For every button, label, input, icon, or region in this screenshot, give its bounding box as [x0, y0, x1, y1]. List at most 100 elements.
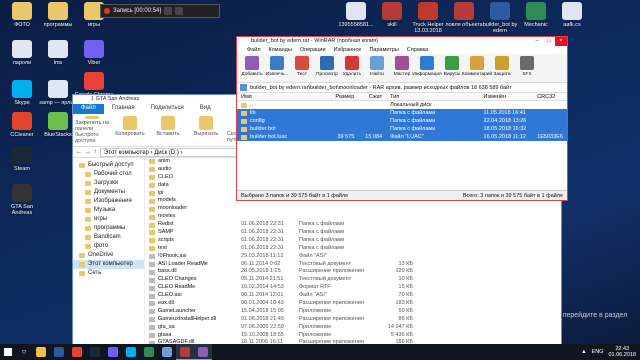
taskbar-app-button[interactable] — [104, 344, 122, 360]
menu-item[interactable]: Операции — [300, 46, 326, 54]
toolbar-button[interactable]: Найти — [365, 56, 389, 80]
ribbon-tab[interactable]: Главная — [104, 104, 143, 114]
network-icon[interactable]: ▲ — [581, 349, 586, 355]
column-header[interactable]: CRC32 — [537, 93, 567, 100]
file-row[interactable]: text 01.06.2018 22:31 Папка с файлами — [145, 245, 561, 253]
desktop-icon[interactable]: Mechanic — [516, 2, 556, 28]
taskbar-app-button[interactable] — [68, 344, 86, 360]
ribbon-tab[interactable]: Вид — [192, 104, 219, 114]
toolbar-button[interactable]: Вирусы — [440, 56, 464, 80]
ribbon-tab[interactable]: Поделиться — [143, 104, 192, 114]
desktop-icon[interactable]: aafk.cs — [552, 2, 592, 28]
toolbar-button[interactable]: Просмотр — [315, 56, 339, 80]
up-arrow-icon[interactable]: ↑ — [94, 149, 97, 155]
archive-row[interactable]: .. Локальный диск — [237, 101, 567, 109]
archive-row[interactable]: builder bot Папка с файлами 18.05.2018 16:… — [237, 125, 567, 133]
file-row[interactable]: gtasa 19.10.2008 18:55 Приложение 5 436 КБ — [145, 332, 561, 340]
toolbar-button[interactable]: Тест — [290, 56, 314, 80]
archive-row[interactable]: config Папка с файлами 22.04.2018 13:26 — [237, 117, 567, 125]
file-row[interactable]: moonloader — [145, 205, 561, 213]
desktop-icon[interactable]: skill — [372, 2, 412, 28]
nav-item[interactable]: Сеть — [73, 269, 144, 278]
desktop-icon[interactable]: builder_bot by edern — [480, 2, 520, 34]
toolbar-button[interactable]: Извлечь... — [265, 56, 289, 80]
file-row[interactable]: SAMP 01.06.2018 22:31 Папка с файлами — [145, 229, 561, 237]
menu-item[interactable]: Параметры — [369, 46, 398, 54]
menu-item[interactable]: Файл — [247, 46, 261, 54]
desktop-icon[interactable]: Truck Helper 13.03.2018 — [408, 2, 448, 34]
clock[interactable]: 22:43 01.06.2018 — [608, 346, 636, 358]
pause-icon[interactable] — [164, 7, 173, 15]
search-icon[interactable]: ○ — [16, 344, 32, 360]
file-row[interactable]: movies — [145, 213, 561, 221]
stop-icon[interactable] — [175, 7, 184, 15]
toolbar-button[interactable]: Комментарий — [462, 56, 492, 80]
file-row[interactable]: bass.dll 28.05.2018 1:25 Расширение прилож… — [145, 268, 561, 276]
toolbar-button[interactable]: Защита — [490, 56, 514, 80]
desktop-icon[interactable]: ФОТО — [2, 2, 42, 28]
taskbar-app-button[interactable] — [140, 344, 158, 360]
ribbon-tab[interactable]: Файл — [73, 104, 104, 114]
nav-item[interactable]: Музыка — [73, 206, 144, 215]
taskbar-app-button[interactable] — [158, 344, 176, 360]
maximize-button[interactable]: □ — [543, 37, 555, 46]
start-button[interactable] — [0, 344, 16, 360]
desktop-icon[interactable]: Steam — [2, 146, 42, 172]
nav-item[interactable]: Этот компьютер — [73, 260, 144, 269]
file-row[interactable]: Redist 01.06.2018 22:31 Папка с файлами — [145, 221, 561, 229]
nav-item[interactable]: Изображения — [73, 197, 144, 206]
back-arrow-icon[interactable]: ← — [76, 149, 82, 155]
close-button[interactable]: × — [555, 37, 567, 46]
menu-item[interactable]: Избранное — [334, 46, 362, 54]
taskbar-app-button[interactable] — [32, 344, 50, 360]
nav-item[interactable]: фото — [73, 242, 144, 251]
nav-item[interactable]: Быстрый доступ — [73, 161, 144, 170]
file-row[interactable]: ASI Loader ReadMe 06.11.2014 0:02 Текстовы… — [145, 261, 561, 269]
file-row[interactable]: CLEO.asi 06.11.2014 12:01 Файл "ASI" 70 КБ — [145, 292, 561, 300]
desktop-icon[interactable]: Skype — [2, 80, 42, 106]
ribbon-button[interactable]: Копировать — [113, 116, 147, 144]
archive-row[interactable]: lib Папка с файлами 11.05.2018 16:41 — [237, 109, 567, 117]
menu-item[interactable]: Команды — [269, 46, 292, 54]
file-row[interactable]: scripts 01.06.2018 22:31 Папка с файлами — [145, 237, 561, 245]
nav-item[interactable]: OneDrive — [73, 251, 144, 260]
language-indicator[interactable]: ENG — [592, 349, 604, 355]
desktop-icon[interactable]: lms — [38, 40, 78, 66]
recording-toolbar[interactable]: Запись [00:00:54] — [100, 4, 220, 18]
nav-item[interactable]: Bandicam — [73, 233, 144, 242]
column-header[interactable]: Изменён — [484, 93, 538, 100]
column-header[interactable]: Сжат — [356, 93, 384, 100]
archive-row[interactable]: builder bot.luac 39 575 15 084 Файл "LUAC" 1… — [237, 133, 567, 141]
toolbar-button[interactable]: Мастер — [390, 56, 414, 80]
taskbar-app-button[interactable] — [176, 344, 194, 360]
menu-item[interactable]: Справка — [407, 46, 429, 54]
forward-arrow-icon[interactable]: → — [85, 149, 91, 155]
minimize-button[interactable]: – — [531, 37, 543, 46]
file-row[interactable]: CLEO ReadMe 10.02.2014 14:53 Формат RTF 15 … — [145, 284, 561, 292]
desktop-icon[interactable]: Viber — [74, 40, 114, 66]
column-header[interactable]: Тип — [384, 93, 483, 100]
column-header[interactable]: Размер — [309, 93, 357, 100]
taskbar-app-button[interactable] — [122, 344, 140, 360]
ribbon-button[interactable]: Вставить — [151, 116, 185, 144]
nav-item[interactable]: игры — [73, 215, 144, 224]
taskbar-app-button[interactable] — [50, 344, 68, 360]
taskbar-app-button[interactable] — [194, 344, 212, 360]
nav-item[interactable]: программы — [73, 224, 144, 233]
nav-item[interactable]: Документы — [73, 188, 144, 197]
desktop-icon[interactable]: 1395558581... — [336, 2, 376, 28]
nav-item[interactable]: Загрузки — [73, 179, 144, 188]
toolbar-button[interactable]: Информация — [412, 56, 442, 80]
toolbar-button[interactable]: SFX — [515, 56, 539, 80]
taskbar-app-button[interactable] — [86, 344, 104, 360]
desktop-icon[interactable]: CCleaner — [2, 112, 42, 138]
column-header[interactable]: Имя — [237, 93, 309, 100]
up-folder-icon[interactable] — [240, 84, 247, 91]
ribbon-button[interactable]: Закрепить на панели быстрого доступа — [75, 116, 109, 144]
desktop-icon[interactable]: программы — [38, 2, 78, 28]
file-row[interactable]: CLEO Changes 05.11.2014 21:51 Текстовый до… — [145, 276, 561, 284]
ribbon-button[interactable]: Вырезать — [189, 116, 223, 144]
nav-item[interactable]: Рабочий стол — [73, 170, 144, 179]
desktop-icon[interactable]: ловля объекта — [444, 2, 484, 28]
desktop-icon[interactable]: пароли — [2, 40, 42, 66]
